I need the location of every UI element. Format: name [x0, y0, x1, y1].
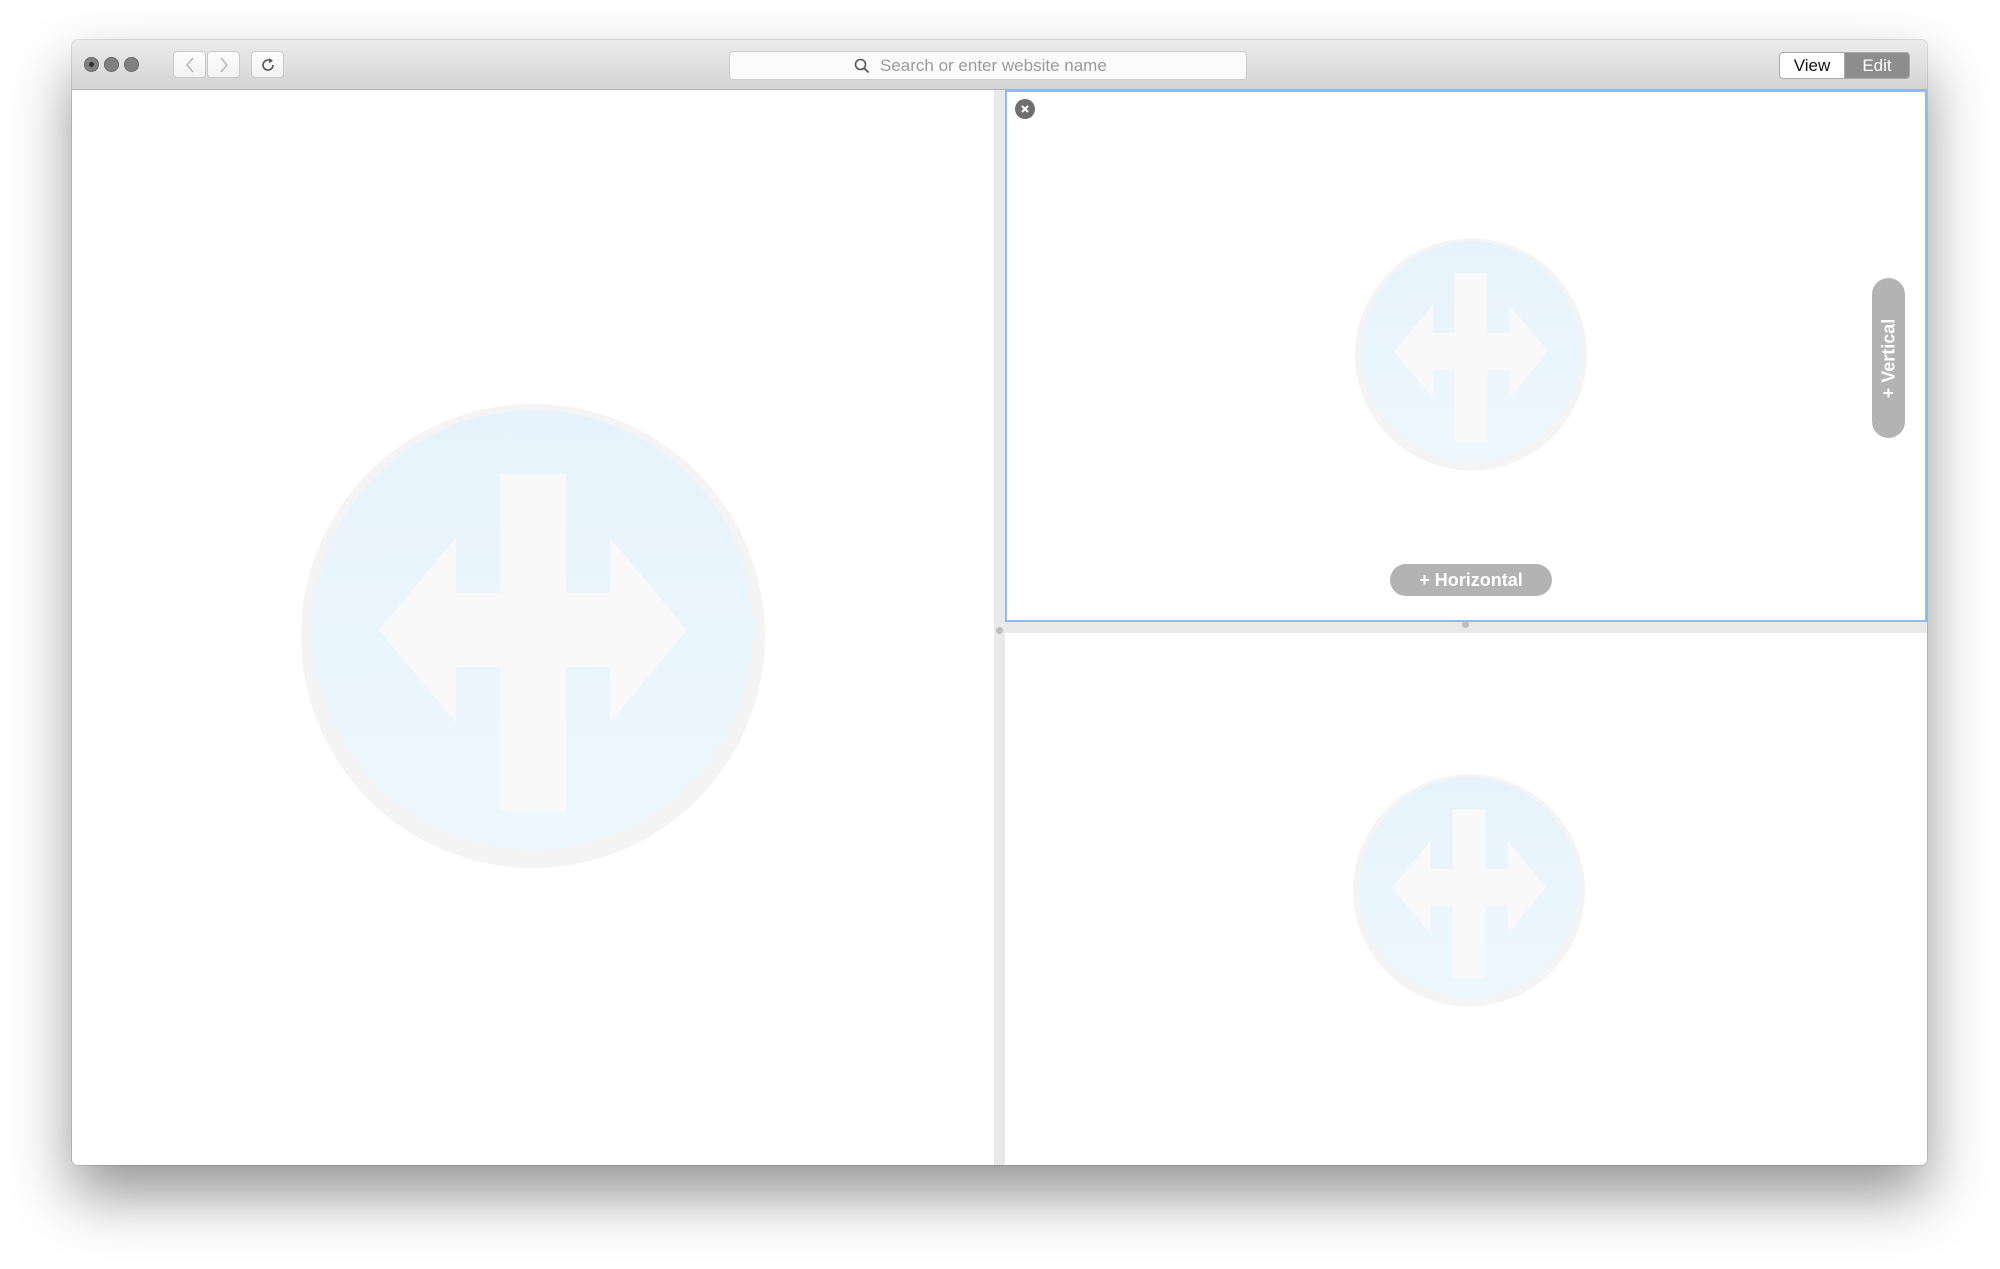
view-mode-button[interactable]: View [1780, 53, 1845, 78]
reload-button[interactable] [251, 51, 284, 78]
close-pane-button[interactable] [1015, 99, 1035, 119]
reload-icon [261, 57, 274, 71]
split-view-area: + Vertical + Horizontal [72, 90, 1927, 1165]
splitter-handle[interactable] [996, 627, 1003, 634]
add-vertical-split-button[interactable]: + Vertical [1872, 278, 1905, 438]
back-button[interactable] [173, 51, 206, 78]
add-horizontal-split-button[interactable]: + Horizontal [1390, 564, 1552, 596]
chevron-left-icon [185, 56, 194, 73]
pane-bottom-right[interactable] [1005, 633, 1927, 1165]
split-arrows-icon [301, 404, 765, 868]
zoom-window-button[interactable] [124, 57, 139, 72]
close-window-button[interactable] [84, 57, 99, 72]
search-input[interactable] [878, 54, 1122, 77]
pane-top-right[interactable]: + Vertical + Horizontal [1005, 90, 1927, 622]
search-icon [854, 58, 870, 73]
toolbar: View Edit [72, 40, 1927, 90]
splitter-handle[interactable] [1462, 621, 1469, 628]
add-vertical-split-label: + Vertical [1878, 318, 1898, 398]
minimize-window-button[interactable] [104, 57, 119, 72]
mode-switch: View Edit [1779, 52, 1910, 79]
chevron-right-icon [219, 56, 228, 73]
split-arrows-icon [1353, 774, 1585, 1007]
address-bar[interactable] [729, 51, 1247, 80]
horizontal-splitter[interactable] [1005, 621, 1927, 633]
pane-left[interactable] [72, 90, 994, 1165]
split-arrows-icon [1355, 238, 1587, 471]
forward-button[interactable] [207, 51, 240, 78]
close-icon [1021, 105, 1029, 113]
browser-window: View Edit [72, 40, 1927, 1165]
vertical-splitter[interactable] [994, 90, 1005, 1165]
edit-mode-button[interactable]: Edit [1845, 53, 1909, 78]
